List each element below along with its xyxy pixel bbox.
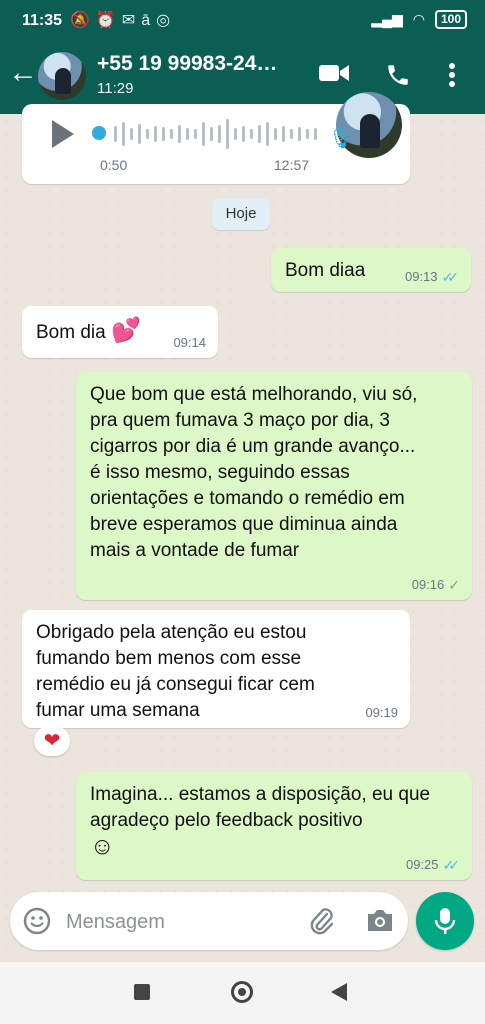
message-time: 09:25 [405,857,439,872]
smiling-emoji: ☺ [90,833,115,860]
status-time: 11:35 [22,12,63,29]
message-bubble-out[interactable]: Que bom que está melhorando, viu só, pra… [76,372,472,600]
signal-icon: ▂▄▆ [371,11,403,27]
message-time: 12:57 [274,157,310,173]
contact-name[interactable]: +55 19 99983-24… [97,52,277,76]
battery-indicator: 100 [434,10,467,29]
message-bubble-out[interactable]: Bom diaa 09:13 ✓✓ [271,248,471,292]
message-input[interactable] [64,902,298,942]
message-time: 09:13 [404,269,438,284]
play-icon[interactable] [52,120,74,148]
home-button[interactable] [231,981,253,1003]
video-call-icon[interactable] [318,62,350,89]
message-meta: 09:14 [173,336,206,350]
recents-button[interactable] [134,984,150,1000]
audio-waveform[interactable] [100,116,330,152]
wifi-icon: ◠ [412,11,425,27]
message-text: Obrigado pela atenção eu estou fumando b… [36,622,315,721]
heart-emoji: 💕 [110,317,141,344]
message-bubble-in[interactable]: Obrigado pela atenção eu estou fumando b… [22,610,410,728]
message-meta: 09:16 ✓ [411,577,460,593]
heart-reaction-icon[interactable]: ❤ [34,726,70,756]
read-ticks-icon: ✓✓ [442,857,461,873]
message-composer [10,892,408,950]
message-meta: 09:19 [365,706,398,720]
contact-avatar[interactable] [38,52,86,100]
phone-icon[interactable] [385,62,411,93]
message-meta: 09:25 ✓✓ [405,857,461,873]
message-text: Bom dia [36,322,106,343]
mic-icon: 🎙 [328,128,354,150]
system-nav-bar [0,962,485,1024]
read-ticks-icon: ✓✓ [441,269,460,285]
date-chip: Hoje [212,198,270,230]
last-seen: 11:29 [97,80,134,97]
back-button[interactable] [331,983,347,1001]
audio-duration: 0:50 [100,157,128,173]
message-time: 09:14 [173,335,206,350]
more-vert-icon[interactable] [448,62,456,93]
mic-button[interactable] [416,892,474,950]
message-meta: 09:13 ✓✓ [404,269,460,285]
audio-seek-handle[interactable] [92,126,106,140]
message-text: Que bom que está melhorando, viu só, pra… [90,384,418,561]
status-right: ▂▄▆ ◠ 100 [371,10,467,29]
emoji-icon[interactable] [22,906,52,941]
message-time: 09:16 [411,577,445,592]
status-bar: 11:35 🔕⏰✉ā◎ ▂▄▆ ◠ 100 [0,0,485,44]
camera-icon[interactable] [365,906,395,939]
audio-message: 0:50 12:57 🎙 [22,92,410,184]
message-bubble-out[interactable]: Imagina... estamos a disposição, eu que … [76,772,472,880]
notification-icons: 🔕⏰✉ā◎ [70,12,177,29]
chat-area[interactable]: 0:50 12:57 🎙 Hoje Bom diaa 09:13 ✓✓ Bom … [0,92,485,960]
message-bubble-in[interactable]: Bom dia 💕 09:14 [22,306,218,358]
attach-icon[interactable] [308,906,336,941]
message-time: 09:19 [365,705,398,720]
delivered-tick-icon: ✓ [448,577,460,593]
mic-icon [434,908,456,934]
message-text: Imagina... estamos a disposição, eu que … [90,784,431,831]
back-arrow-icon[interactable]: ← [8,58,38,88]
